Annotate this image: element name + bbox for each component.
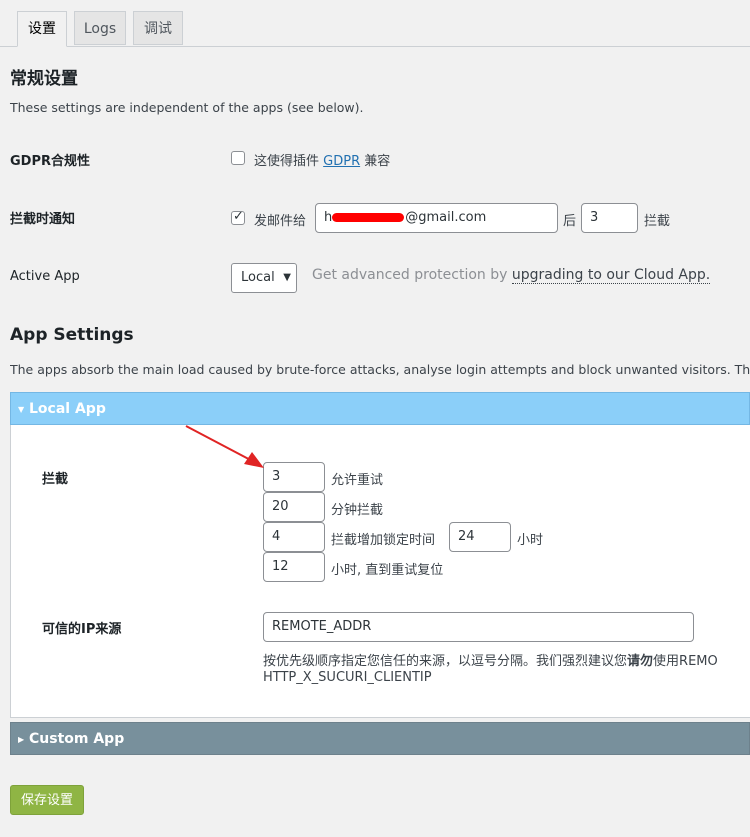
active-app-selected: Local xyxy=(241,270,275,285)
notify-text-before: 发邮件给 xyxy=(254,214,307,229)
trusted-ip-label: 可信的IP来源 xyxy=(42,622,122,637)
app-settings-title: App Settings xyxy=(10,325,134,345)
triangle-down-icon: ▼ xyxy=(18,405,25,414)
gdpr-text: 这使得插件 GDPR 兼容 xyxy=(254,150,390,169)
local-app-title: Local App xyxy=(29,401,106,417)
app-settings-description: The apps absorb the main load caused by … xyxy=(10,362,750,377)
upgrade-text: Get advanced protection by upgrading to … xyxy=(312,267,711,284)
lockouts-input[interactable]: 4 xyxy=(263,522,325,552)
gdpr-text-after: 兼容 xyxy=(364,154,391,169)
general-settings-title: 常规设置 xyxy=(10,69,78,89)
custom-app-header[interactable]: ▶ Custom App xyxy=(10,722,750,755)
reset-hours-input[interactable]: 12 xyxy=(263,552,325,582)
trusted-ip-input[interactable]: REMOTE_ADDR xyxy=(263,612,694,642)
notify-suffix-text: 拦截 xyxy=(644,214,671,229)
save-settings-button[interactable]: 保存设置 xyxy=(10,785,84,815)
tab-debug[interactable]: 调试 xyxy=(133,11,183,45)
general-settings-description: These settings are independent of the ap… xyxy=(10,100,364,115)
gdpr-checkbox[interactable] xyxy=(231,151,245,165)
gdpr-label: GDPR合规性 xyxy=(10,154,90,169)
notify-email-input[interactable]: h @gmail.com xyxy=(315,203,558,233)
lockout-hours-input[interactable]: 24 xyxy=(449,522,511,552)
lockout-label: 拦截 xyxy=(42,472,69,487)
lockout-minutes-label: 分钟拦截 xyxy=(331,503,384,518)
help-text-bold: 请勿 xyxy=(627,654,654,669)
allowed-retries-label: 允许重试 xyxy=(331,473,384,488)
red-arrow-annotation xyxy=(185,425,264,468)
chevron-down-icon: ▼ xyxy=(283,272,291,283)
reset-hours-label: 小时, 直到重试复位 xyxy=(331,563,444,578)
active-app-select[interactable]: Local ▼ xyxy=(231,263,297,293)
lockout-hours-label: 小时 xyxy=(517,533,544,548)
help-text-a: 按优先级顺序指定您信任的来源，以逗号分隔。我们强烈建议您 xyxy=(263,654,628,669)
gdpr-text-before: 这使得插件 xyxy=(254,154,320,169)
upgrade-link[interactable]: upgrading to our Cloud App. xyxy=(511,267,711,284)
active-app-label: Active App xyxy=(10,269,80,284)
lockout-minutes-input[interactable]: 20 xyxy=(263,492,325,522)
notify-after-text: 后 xyxy=(563,214,577,229)
email-prefix: h xyxy=(324,210,333,225)
lockouts-label: 拦截增加锁定时间 xyxy=(331,533,436,548)
trusted-ip-help-line2: HTTP_X_SUCURI_CLIENTIP xyxy=(263,670,432,685)
triangle-right-icon: ▶ xyxy=(18,735,25,744)
redaction-mark xyxy=(332,213,405,222)
local-app-header[interactable]: ▼ Local App xyxy=(10,392,750,425)
tab-logs[interactable]: Logs xyxy=(74,11,126,45)
notify-checkbox[interactable] xyxy=(231,209,245,225)
gdpr-link[interactable]: GDPR xyxy=(323,154,360,169)
tab-bar: 设置 Logs 调试 xyxy=(0,0,750,47)
custom-app-title: Custom App xyxy=(29,731,125,747)
tab-settings[interactable]: 设置 xyxy=(17,11,67,47)
notify-count-input[interactable]: 3 xyxy=(581,203,638,233)
notify-label: 拦截时通知 xyxy=(10,212,76,227)
email-suffix: @gmail.com xyxy=(405,210,487,225)
trusted-ip-help-line1: 按优先级顺序指定您信任的来源，以逗号分隔。我们强烈建议您请勿使用REMO xyxy=(263,650,750,669)
upgrade-text-before: Get advanced protection by xyxy=(312,267,508,283)
help-text-b: 使用REMO xyxy=(653,654,718,669)
